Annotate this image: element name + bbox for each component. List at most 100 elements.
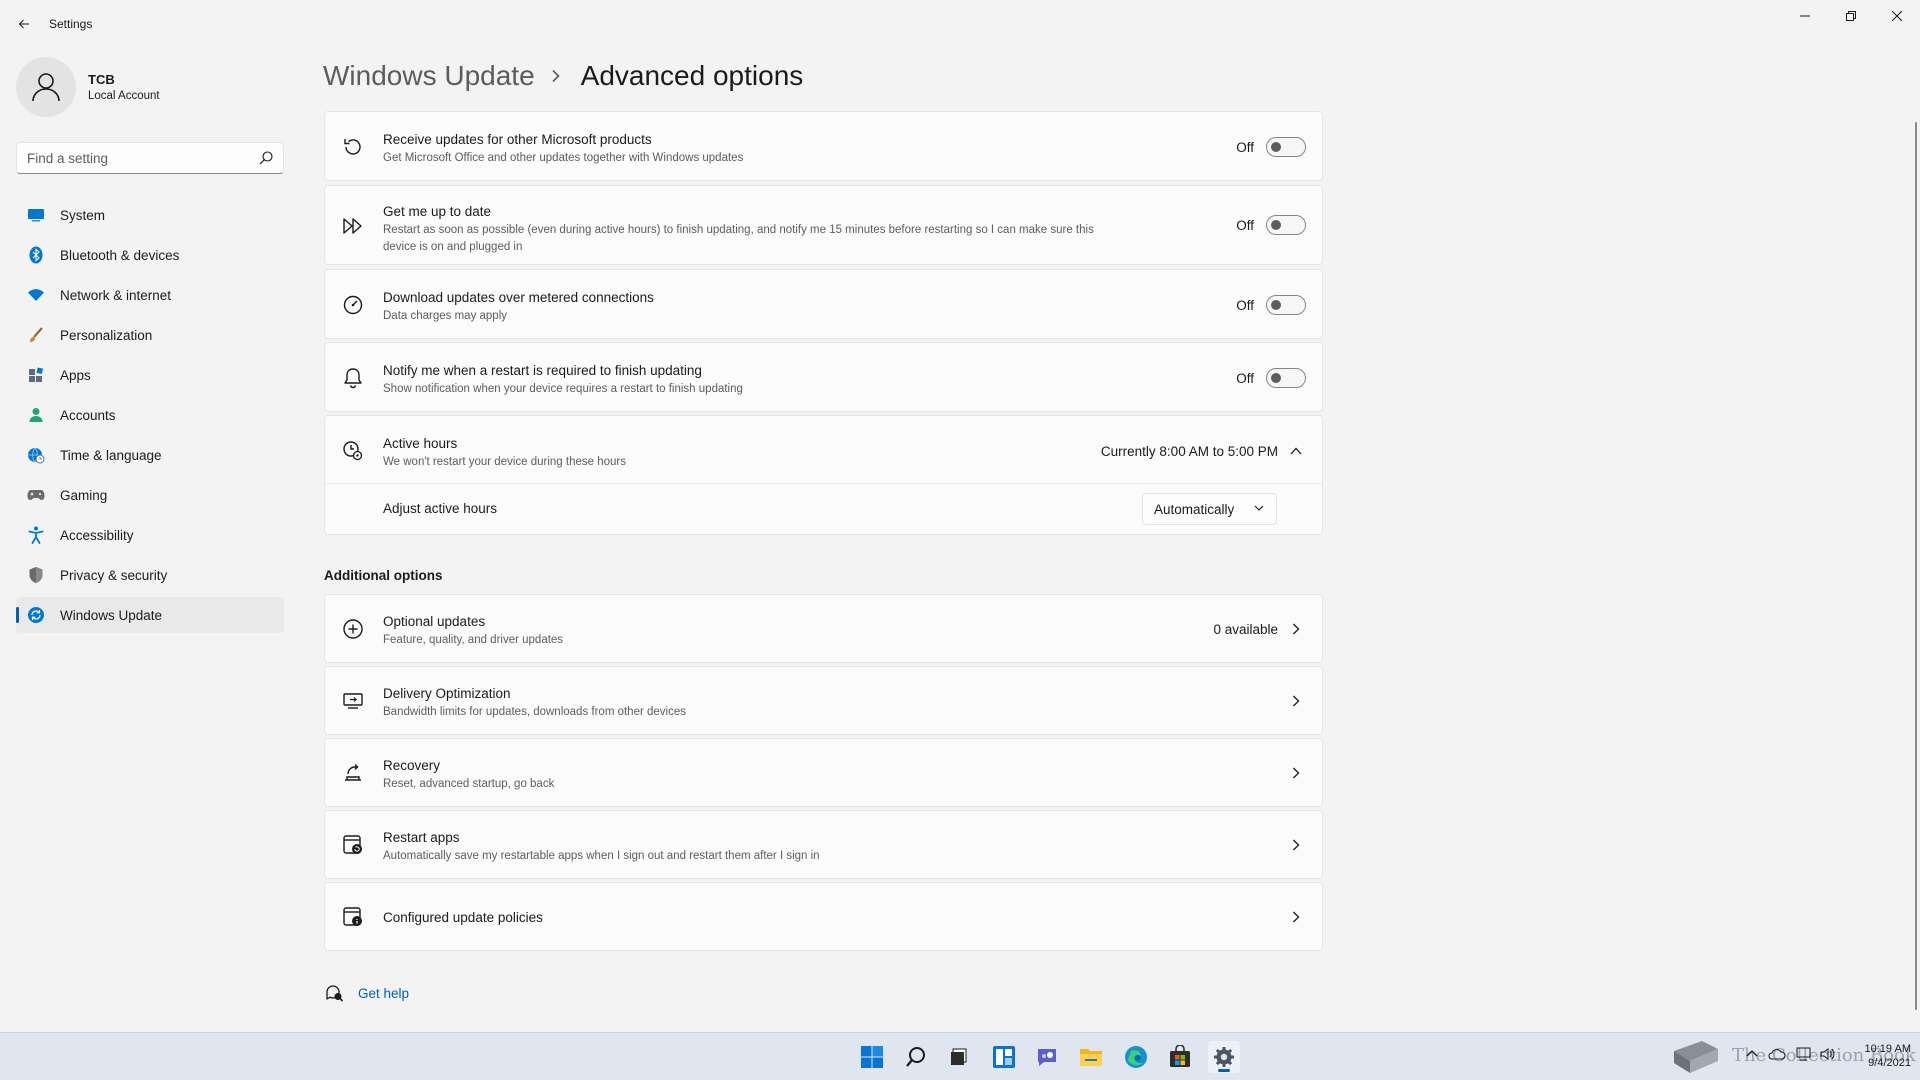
- file-explorer-button[interactable]: [1075, 1041, 1107, 1073]
- restore-button[interactable]: [1828, 0, 1874, 32]
- setting-description: Automatically save my restartable apps w…: [383, 850, 820, 862]
- person-icon: [32, 73, 60, 102]
- restore-icon: [1846, 11, 1856, 21]
- app-title: Settings: [49, 17, 93, 31]
- minimize-button[interactable]: [1782, 0, 1828, 32]
- sidebar-item-accessibility[interactable]: Accessibility: [16, 517, 284, 553]
- sidebar-item-network[interactable]: Network & internet: [16, 277, 284, 313]
- start-button[interactable]: [856, 1041, 888, 1073]
- toggle-knob: [1271, 142, 1281, 152]
- sidebar-item-label: Accounts: [60, 407, 116, 423]
- book-watermark-icon: [1674, 1041, 1718, 1073]
- user-account-type: Local Account: [88, 90, 160, 102]
- receive-updates-toggle[interactable]: [1266, 137, 1306, 157]
- sidebar-item-system[interactable]: System: [16, 197, 284, 233]
- sidebar-item-privacy[interactable]: Privacy & security: [16, 557, 284, 593]
- edge-icon: [1125, 1046, 1147, 1068]
- get-help-link[interactable]: Get help: [324, 983, 409, 1003]
- user-card[interactable]: TCB Local Account: [16, 57, 276, 117]
- sidebar-item-windows-update[interactable]: Windows Update: [16, 597, 284, 633]
- close-icon: [1892, 11, 1902, 21]
- metered-toggle[interactable]: [1266, 295, 1306, 315]
- file-explorer-icon: [1080, 1049, 1102, 1066]
- sidebar-item-label: Time & language: [60, 447, 162, 463]
- setting-description: We won't restart your device during thes…: [383, 456, 626, 468]
- setting-title: Configured update policies: [383, 910, 543, 925]
- accessibility-icon: [27, 526, 45, 544]
- chevron-right-icon: [1288, 621, 1304, 637]
- store-button[interactable]: [1164, 1041, 1196, 1073]
- get-up-to-date-toggle[interactable]: [1266, 215, 1306, 235]
- chevron-up-icon[interactable]: [1746, 1048, 1758, 1060]
- task-view-button[interactable]: [943, 1041, 975, 1073]
- taskbar: The Collection Book 10:19 AM 9/4/2021: [0, 1032, 1920, 1080]
- sidebar-item-label: Personalization: [60, 327, 153, 343]
- search-box[interactable]: [16, 142, 284, 174]
- link-optional-updates[interactable]: Optional updates Feature, quality, and d…: [324, 594, 1323, 663]
- clock[interactable]: 10:19 AM 9/4/2021: [1855, 1042, 1911, 1070]
- link-delivery-optimization[interactable]: Delivery Optimization Bandwidth limits f…: [324, 666, 1323, 735]
- network-icon[interactable]: [1796, 1047, 1812, 1061]
- sidebar-item-time-language[interactable]: Time & language: [16, 437, 284, 473]
- volume-icon[interactable]: [1820, 1047, 1836, 1061]
- system-tray: [1746, 1047, 1836, 1061]
- onedrive-icon[interactable]: [1768, 1048, 1786, 1060]
- user-name: TCB: [88, 72, 115, 87]
- start-icon: [861, 1046, 883, 1068]
- chat-icon: [1038, 1049, 1056, 1066]
- scrollbar[interactable]: [1915, 122, 1917, 1010]
- active-hours-value: Currently 8:00 AM to 5:00 PM: [1100, 444, 1278, 459]
- sidebar-item-accounts[interactable]: Accounts: [16, 397, 284, 433]
- search-input[interactable]: [17, 143, 247, 173]
- optional-updates-count: 0 available: [1213, 622, 1278, 637]
- setting-title: Receive updates for other Microsoft prod…: [383, 132, 652, 147]
- adjust-active-hours-label: Adjust active hours: [383, 501, 498, 516]
- breadcrumb: Windows Update Advanced options: [323, 56, 803, 96]
- search-icon[interactable]: [259, 151, 273, 165]
- chevron-up-icon[interactable]: [1288, 443, 1304, 459]
- back-button[interactable]: [12, 12, 36, 36]
- setting-description: Restart as soon as possible (even during…: [383, 224, 1094, 253]
- adjust-active-hours-dropdown[interactable]: Automatically: [1142, 493, 1277, 525]
- bluetooth-icon: [27, 246, 45, 264]
- sidebar-item-apps[interactable]: Apps: [16, 357, 284, 393]
- notify-restart-toggle[interactable]: [1266, 368, 1306, 388]
- breadcrumb-parent-link[interactable]: Windows Update: [323, 60, 535, 92]
- sidebar-item-label: Bluetooth & devices: [60, 247, 180, 263]
- settings-taskbar-button[interactable]: [1208, 1041, 1240, 1073]
- page-title: Advanced options: [580, 60, 804, 91]
- widgets-button[interactable]: [988, 1041, 1020, 1073]
- settings-icon: [1214, 1047, 1234, 1067]
- shield-icon: [27, 566, 45, 584]
- gamepad-icon: [27, 486, 45, 504]
- setting-title: Active hours: [383, 436, 458, 451]
- sidebar-item-label: Windows Update: [60, 607, 163, 623]
- toggle-knob: [1271, 373, 1281, 383]
- toggle-knob: [1271, 220, 1281, 230]
- edge-button[interactable]: [1120, 1041, 1152, 1073]
- link-configured-update-policies[interactable]: Configured update policies: [324, 882, 1323, 951]
- sidebar-item-label: Network & internet: [60, 287, 172, 303]
- setting-description: Feature, quality, and driver updates: [383, 634, 564, 646]
- setting-title: Download updates over metered connection…: [383, 290, 654, 305]
- close-button[interactable]: [1874, 0, 1920, 32]
- link-restart-apps[interactable]: Restart apps Automatically save my resta…: [324, 810, 1323, 879]
- sidebar-item-gaming[interactable]: Gaming: [16, 477, 284, 513]
- link-recovery[interactable]: Recovery Reset, advanced startup, go bac…: [324, 738, 1323, 807]
- policy-icon: [341, 905, 365, 929]
- recovery-icon: [341, 761, 365, 785]
- setting-get-up-to-date: Get me up to date Restart as soon as pos…: [324, 185, 1323, 265]
- toggle-state-label: Off: [1236, 140, 1254, 155]
- setting-description: Get Microsoft Office and other updates t…: [383, 152, 744, 164]
- chat-button[interactable]: [1031, 1041, 1063, 1073]
- setting-title: Notify me when a restart is required to …: [383, 363, 702, 378]
- sidebar-nav: System Bluetooth & devices Network & int…: [16, 197, 284, 637]
- toggle-state-label: Off: [1236, 218, 1254, 233]
- adjust-active-hours-row: Adjust active hours Automatically: [325, 484, 1322, 534]
- restart-apps-icon: [341, 833, 365, 857]
- setting-description: Data charges may apply: [383, 310, 508, 322]
- sidebar-item-bluetooth[interactable]: Bluetooth & devices: [16, 237, 284, 273]
- setting-active-hours[interactable]: Active hours We won't restart your devic…: [324, 415, 1323, 535]
- taskbar-search-button[interactable]: [900, 1041, 932, 1073]
- sidebar-item-personalization[interactable]: Personalization: [16, 317, 284, 353]
